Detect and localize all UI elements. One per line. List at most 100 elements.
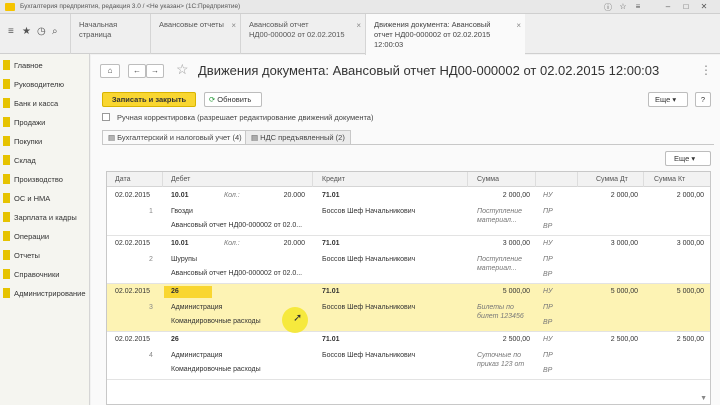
section-marker: [3, 174, 10, 184]
quantity-label: Кол.:: [224, 240, 240, 247]
tab-sublabel: отчет НД00-000002 от 02.02.2015 12:00:03: [374, 30, 491, 49]
close-tab-icon[interactable]: ×: [516, 21, 521, 31]
close-icon[interactable]: ✕: [698, 2, 710, 11]
home-button[interactable]: ⌂: [100, 64, 120, 78]
sidebar-item-administration[interactable]: Администрирование: [0, 284, 90, 303]
sidebar-item-main[interactable]: Главное: [0, 56, 90, 75]
tab-document-movements[interactable]: Движения документа: Авансовый отчет НД00…: [365, 14, 525, 55]
sidebar-item-assets[interactable]: ОС и НМА: [0, 189, 90, 208]
table-row[interactable]: 02.02.2015 1 10.01 Кол.: 20.000 Гвозди А…: [107, 188, 710, 236]
tax-accounting-tag: НУ: [543, 288, 553, 295]
table-header: Дата Дебет Кредит Сумма Сумма Дт Сумма К…: [107, 172, 710, 187]
info-icon[interactable]: ⓘ: [602, 2, 614, 13]
sidebar-item-purchases[interactable]: Покупки: [0, 132, 90, 151]
favorite-star-icon[interactable]: ☆: [176, 61, 189, 78]
row-date: 02.02.2015: [115, 240, 151, 247]
quantity-label: Кол.:: [224, 192, 240, 199]
credit-account: 71.01: [322, 336, 340, 343]
chevron-down-icon: ▾: [691, 154, 696, 163]
manual-edit-label: Ручная корректировка (разрешает редактир…: [117, 113, 374, 122]
temporary-diff-tag: ВР: [543, 223, 553, 230]
temporary-diff-tag: ВР: [543, 271, 553, 278]
row-number: 4: [149, 352, 153, 359]
sidebar-item-label: Склад: [14, 156, 36, 165]
help-button[interactable]: ?: [695, 92, 711, 107]
sidebar-item-production[interactable]: Производство: [0, 170, 90, 189]
sidebar-item-director[interactable]: Руководителю: [0, 75, 90, 94]
save-and-close-button[interactable]: Записать и закрыть: [102, 92, 196, 107]
header-credit[interactable]: Кредит: [322, 176, 345, 183]
credit-subconto-1: Боссов Шеф Начальникович: [322, 256, 416, 263]
arrow-left-icon: ←: [133, 66, 141, 75]
section-marker: [3, 136, 10, 146]
sidebar-item-warehouse[interactable]: Склад: [0, 151, 90, 170]
window-titlebar: Бухгалтерия предприятия, редакция 3.0 / …: [0, 0, 720, 14]
header-amount-kt[interactable]: Сумма Кт: [654, 176, 685, 183]
history-icon[interactable]: ◷: [37, 26, 46, 37]
sidebar-item-reports[interactable]: Отчеты: [0, 246, 90, 265]
sidebar-item-bank[interactable]: Банк и касса: [0, 94, 90, 113]
open-windows-bar: ≡ ★ ◷ ⌕ Начальная страница Авансовые отч…: [0, 14, 720, 55]
sidebar-item-label: ОС и НМА: [14, 194, 51, 203]
tab-accounting[interactable]: ▤ Бухгалтерский и налоговый учет (4): [102, 130, 248, 145]
temporary-diff-tag: ВР: [543, 319, 553, 326]
header-amount[interactable]: Сумма: [477, 176, 499, 183]
row-date: 02.02.2015: [115, 288, 151, 295]
close-tab-icon[interactable]: ×: [356, 21, 361, 31]
scroll-down-icon[interactable]: ▼: [700, 395, 707, 402]
minimize-icon[interactable]: –: [662, 2, 674, 11]
debit-subconto-2: Авансовый отчет НД00-000002 от 02.0...: [171, 270, 303, 277]
refresh-button[interactable]: ⟳ Обновить: [204, 92, 262, 107]
tax-accounting-tag: НУ: [543, 336, 553, 343]
tab-advance-report-doc[interactable]: Авансовый отчет НД00-000002 от 02.02.201…: [240, 14, 365, 54]
content-line-2: материал...: [477, 265, 517, 272]
row-date: 02.02.2015: [115, 336, 151, 343]
star-icon[interactable]: ☆: [617, 2, 629, 11]
quantity-value: 20.000: [283, 192, 305, 199]
credit-subconto-1: Боссов Шеф Начальникович: [322, 352, 416, 359]
content-line-1: Поступление: [477, 256, 522, 263]
column-separator: [643, 172, 644, 187]
column-separator: [535, 172, 536, 187]
main-content: ⌂ ← → ☆ Движения документа: Авансовый от…: [91, 55, 720, 405]
forward-button[interactable]: →: [146, 64, 164, 78]
header-debit[interactable]: Дебет: [171, 176, 190, 183]
content-line-2: приказ 123 от: [477, 361, 525, 368]
tab-sublabel: НД00-000002 от 02.02.2015: [249, 30, 345, 39]
search-icon[interactable]: ⌕: [52, 26, 58, 37]
table-more-button[interactable]: Еще ▾: [665, 151, 711, 166]
menu-icon[interactable]: ≡: [8, 26, 14, 37]
table-row-selected[interactable]: 02.02.2015 3 26 Администрация Командиров…: [107, 284, 710, 333]
tab-label: Авансовый отчет: [249, 20, 309, 29]
favorites-icon[interactable]: ★: [22, 26, 31, 37]
content-line-1: Поступление: [477, 208, 522, 215]
column-separator: [162, 172, 163, 187]
more-vertical-icon[interactable]: ⋮: [700, 63, 712, 77]
header-amount-dt[interactable]: Сумма Дт: [596, 176, 628, 183]
manual-edit-checkbox[interactable]: [102, 113, 110, 121]
movements-table[interactable]: Дата Дебет Кредит Сумма Сумма Дт Сумма К…: [106, 171, 711, 405]
debit-subconto-1: Администрация: [171, 352, 223, 359]
tab-advance-reports[interactable]: Авансовые отчеты ×: [150, 14, 240, 54]
debit-subconto-2: Командировочные расходы: [171, 318, 261, 325]
settings-icon[interactable]: ≡: [632, 2, 644, 11]
maximize-icon[interactable]: □: [680, 2, 692, 11]
sidebar-item-directories[interactable]: Справочники: [0, 265, 90, 284]
table-row[interactable]: 02.02.2015 2 10.01 Кол.: 20.000 Шурупы А…: [107, 236, 710, 284]
sidebar-item-operations[interactable]: Операции: [0, 227, 90, 246]
header-date[interactable]: Дата: [115, 176, 131, 183]
app-logo-icon: [5, 3, 15, 11]
tab-vat[interactable]: ▤ НДС предъявленный (2): [245, 130, 351, 144]
content-line-2: билет 123456: [477, 313, 524, 320]
back-button[interactable]: ←: [128, 64, 146, 78]
section-marker: [3, 288, 10, 298]
close-tab-icon[interactable]: ×: [231, 21, 236, 31]
section-marker: [3, 79, 10, 89]
tab-home[interactable]: Начальная страница: [70, 14, 150, 54]
refresh-icon: ⟳: [209, 95, 216, 104]
more-button[interactable]: Еще ▾: [648, 92, 688, 107]
table-row[interactable]: 02.02.2015 4 26 Администрация Командиров…: [107, 332, 710, 380]
sidebar-item-payroll[interactable]: Зарплата и кадры: [0, 208, 90, 227]
sidebar-item-sales[interactable]: Продажи: [0, 113, 90, 132]
sidebar-item-label: Главное: [14, 61, 43, 70]
